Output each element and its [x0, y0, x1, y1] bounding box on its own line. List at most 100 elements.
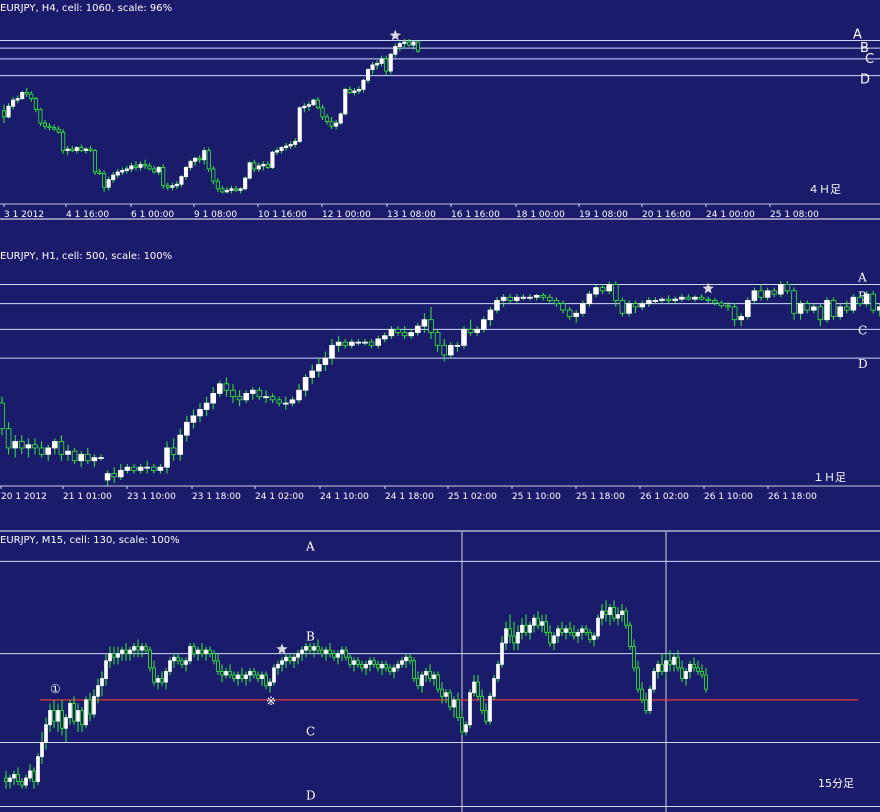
candle: [408, 653, 412, 665]
candle-body: [229, 188, 234, 191]
candle-body: [375, 338, 381, 346]
candle-body: [705, 298, 711, 301]
candle: [79, 144, 84, 153]
candle: [547, 294, 553, 304]
candle: [332, 650, 336, 661]
candle: [316, 639, 320, 654]
candle: [0, 396, 5, 436]
candle: [504, 621, 508, 651]
candle-body: [632, 303, 639, 308]
candle-body: [140, 646, 144, 651]
h1-chart-panel: EURJPY, H1, cell: 500, scale: 100%ABCD１Ｈ…: [0, 251, 880, 502]
candle-body: [368, 660, 372, 665]
candle: [152, 165, 157, 174]
candle-body: [111, 473, 117, 478]
candle-body: [520, 296, 527, 299]
candle-body: [224, 671, 228, 676]
candle: [692, 657, 696, 672]
candle: [132, 643, 136, 658]
candle-body: [370, 64, 375, 70]
candle-body: [508, 628, 512, 637]
candle-body: [309, 370, 315, 378]
candle: [352, 657, 356, 672]
candle: [56, 126, 61, 134]
candle: [12, 770, 16, 786]
candle-body: [232, 674, 236, 679]
candle: [269, 393, 276, 404]
candle: [12, 435, 18, 458]
candle-body: [320, 649, 324, 655]
candle-body: [712, 300, 718, 304]
candle: [300, 646, 304, 661]
candle: [705, 296, 711, 304]
candle: [416, 671, 420, 690]
candle-body: [24, 777, 28, 786]
candle: [626, 300, 632, 317]
x-tick-label: 20 1 2012: [1, 492, 47, 502]
candle-body: [404, 656, 408, 662]
candle: [256, 387, 263, 400]
candle-body: [230, 389, 236, 398]
candle-body: [297, 107, 302, 142]
candle: [111, 467, 117, 484]
candle: [176, 653, 180, 665]
candle: [632, 639, 636, 672]
candle-body: [144, 466, 150, 469]
candle: [660, 653, 664, 675]
candle-body: [252, 671, 256, 676]
level-label-d: D: [858, 357, 868, 371]
candle-body: [428, 671, 432, 679]
candle: [223, 377, 230, 397]
candle-body: [236, 674, 240, 679]
candle-body: [606, 284, 612, 292]
candle: [84, 696, 88, 729]
candle-body: [566, 309, 573, 317]
timeframe-label: ４Ｈ足: [808, 183, 841, 196]
candle-body: [599, 287, 606, 292]
candle: [188, 643, 192, 665]
candle-body: [97, 171, 102, 174]
candle: [177, 428, 183, 461]
candle-body: [252, 162, 257, 170]
candle-body: [619, 300, 626, 314]
candle-body: [620, 610, 624, 616]
candle: [804, 300, 810, 314]
candle-body: [128, 649, 132, 655]
candle: [507, 294, 513, 304]
candle-body: [157, 466, 164, 471]
candle-body: [137, 466, 144, 471]
candle: [229, 185, 234, 194]
candle-body: [454, 344, 461, 347]
candle: [388, 664, 392, 675]
candle: [15, 95, 20, 104]
candle-body: [335, 341, 342, 346]
chart-title: EURJPY, M15, cell: 130, scale: 100%: [0, 535, 180, 546]
candle-body: [183, 167, 189, 177]
candle-body: [203, 402, 210, 410]
candle-body: [8, 777, 12, 782]
candle: [436, 671, 440, 693]
candle: [272, 664, 276, 686]
candle-body: [223, 383, 230, 391]
candle-body: [668, 660, 672, 665]
candle: [404, 653, 408, 668]
candle: [164, 667, 168, 690]
candle: [24, 774, 28, 789]
candle: [140, 643, 144, 658]
candle: [236, 390, 243, 407]
candle: [292, 653, 296, 668]
candle-body: [608, 607, 612, 616]
candle-body: [124, 168, 129, 171]
candle-body: [56, 128, 61, 133]
candle-body: [347, 89, 352, 93]
candle-body: [240, 674, 244, 679]
candle: [464, 721, 468, 736]
candle-body: [76, 710, 80, 722]
candle-body: [361, 79, 366, 90]
candle: [311, 98, 316, 107]
candle-body: [38, 447, 45, 455]
candle: [124, 643, 128, 661]
candle-body: [138, 163, 143, 168]
candle-body: [184, 660, 188, 665]
candle-body: [210, 393, 216, 404]
